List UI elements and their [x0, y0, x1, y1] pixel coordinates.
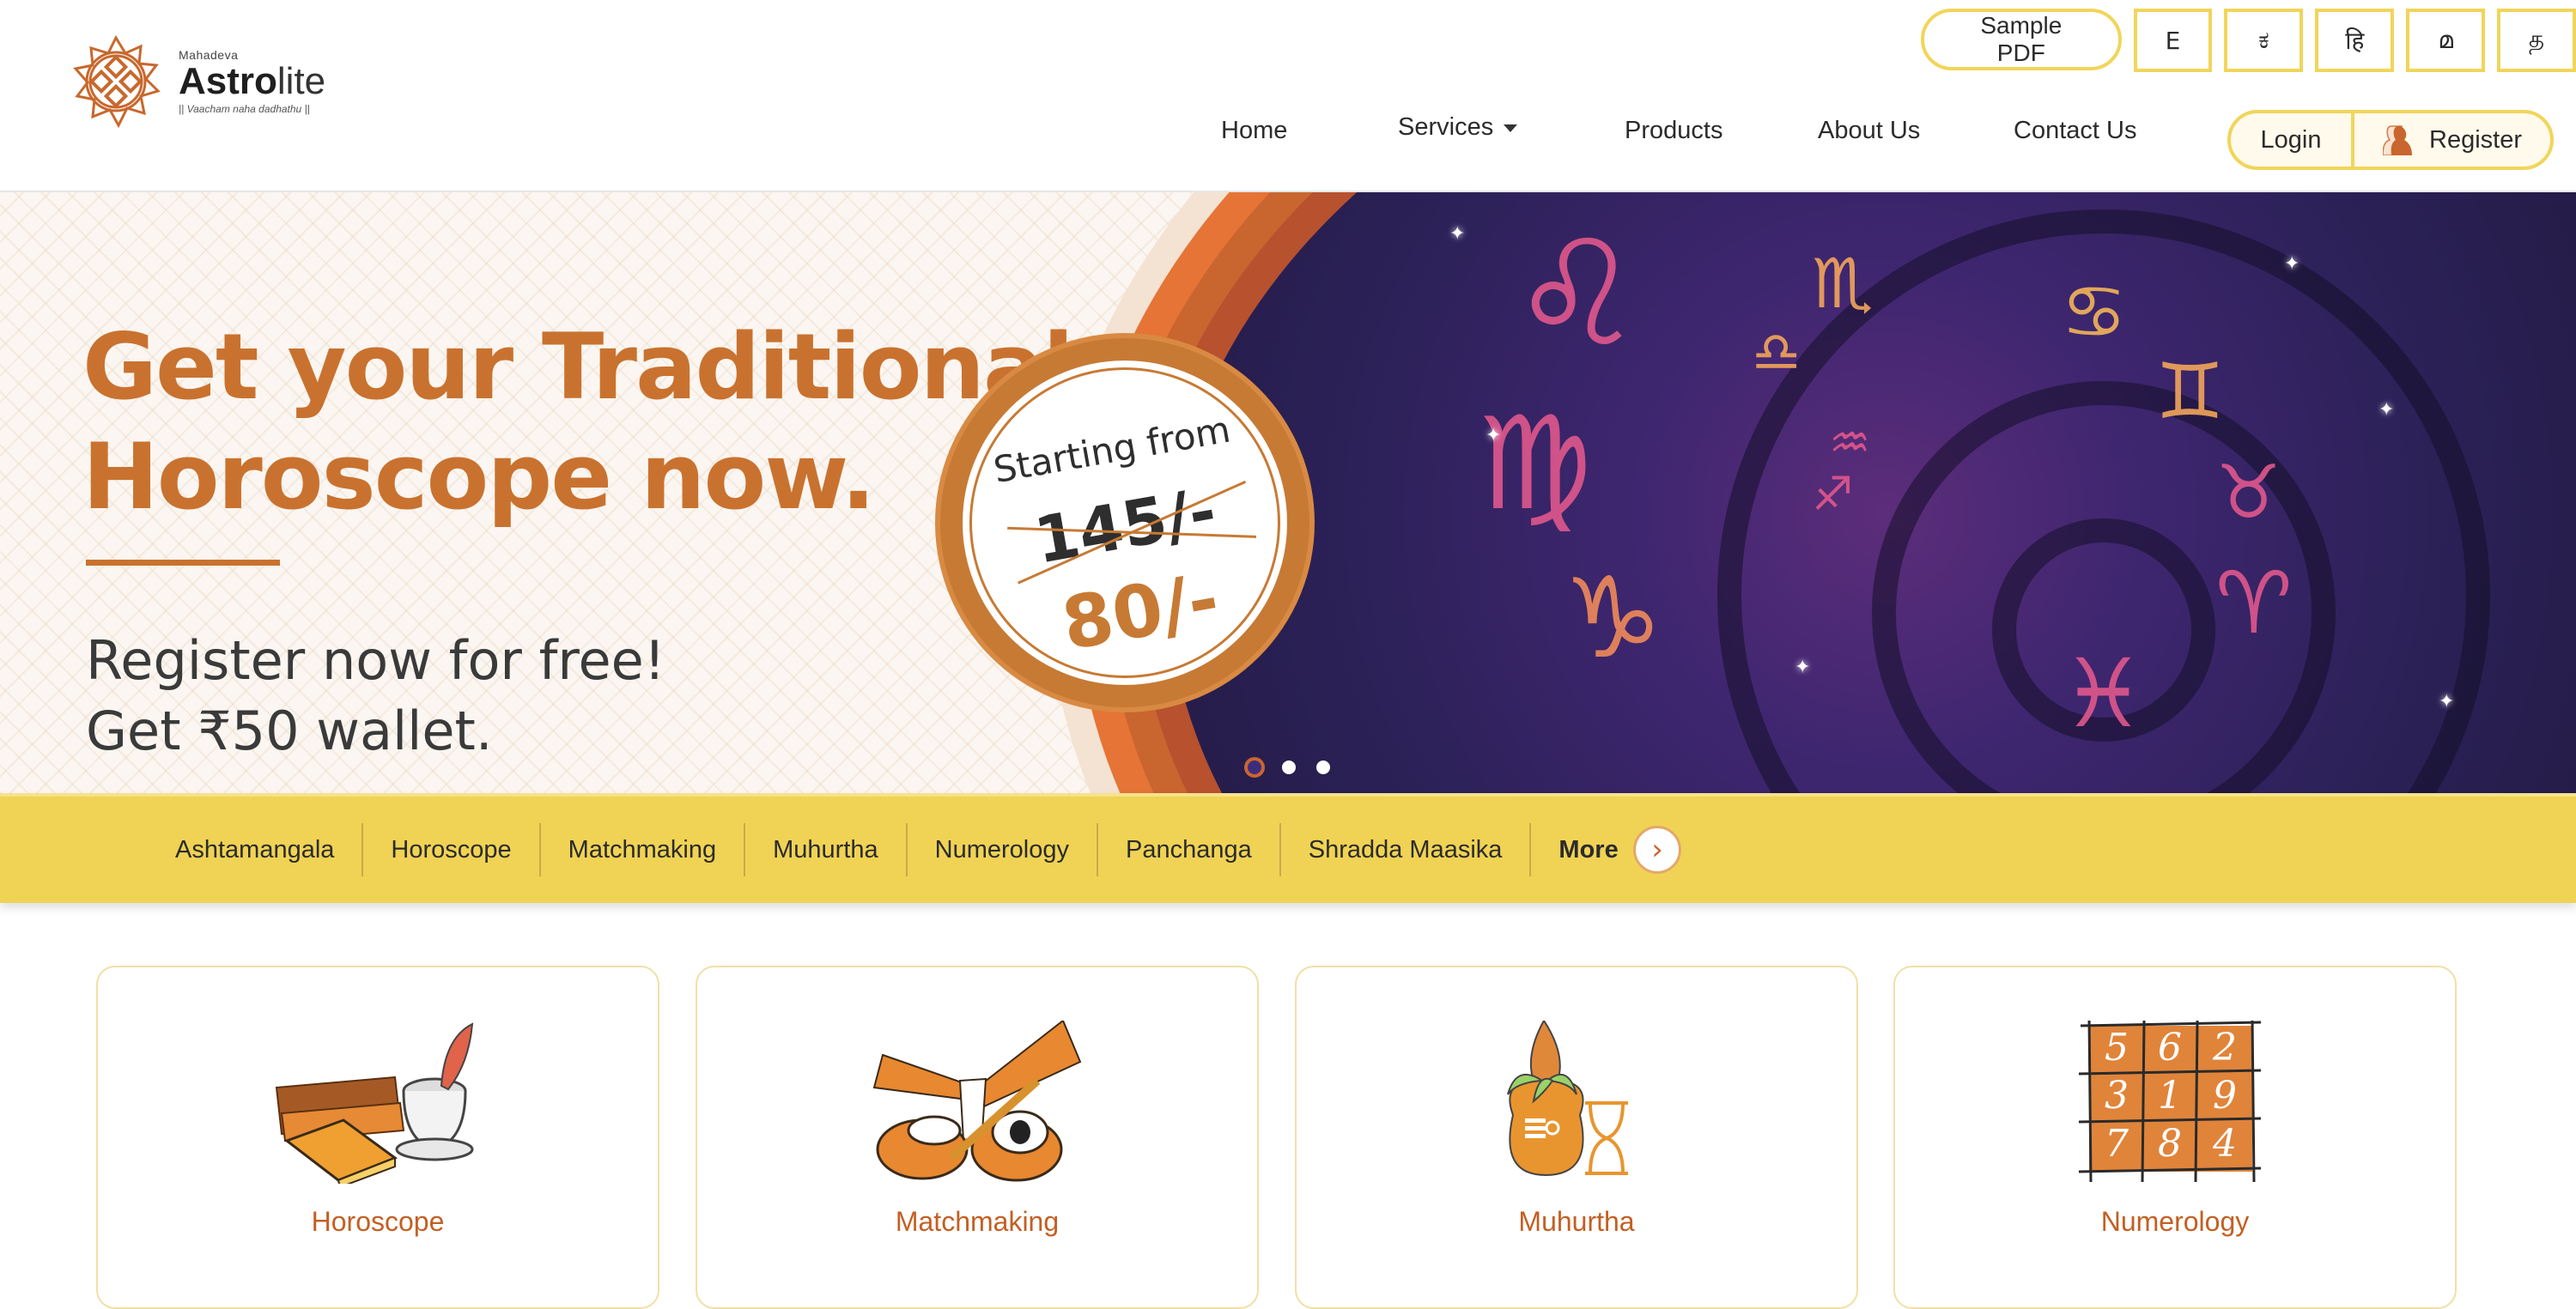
- lotus-logo-icon: [73, 34, 161, 129]
- star-icon: ✦: [2439, 690, 2455, 712]
- carousel-dot-2[interactable]: [1282, 761, 1296, 774]
- zodiac-cancer-icon: ♋: [2061, 270, 2128, 355]
- logo-tagline: || Vaacham naha dadhathu ||: [179, 103, 310, 115]
- star-icon: ✦: [2284, 252, 2300, 274]
- star-icon: ✦: [2379, 398, 2395, 420]
- hero-title-line2: Horoscope now.: [82, 424, 876, 530]
- service-tab-panchanga[interactable]: Panchanga: [1098, 823, 1281, 876]
- nav-services-label: Services: [1398, 113, 1494, 141]
- numerology-digit: 5: [2105, 1026, 2129, 1070]
- zodiac-leo-icon: ♌: [1511, 209, 1643, 379]
- card-label: Muhurtha: [1518, 1206, 1635, 1237]
- zodiac-sagittarius-icon: ♐: [1812, 467, 1854, 521]
- service-card-muhurtha[interactable]: Muhurtha: [1295, 966, 1858, 1309]
- numerology-digit: 8: [2158, 1122, 2182, 1166]
- login-button[interactable]: Login: [2231, 113, 2354, 167]
- zodiac-aries-icon: ♈: [2215, 553, 2293, 653]
- hero-divider: [86, 560, 280, 566]
- logo[interactable]: Mahadeva Astrolite || Vaacham naha dadha…: [69, 34, 325, 129]
- carousel-indicators: [1248, 761, 1330, 774]
- chevron-right-icon[interactable]: ›: [1633, 826, 1681, 874]
- zodiac-libra-icon: ♎: [1752, 321, 1801, 385]
- zodiac-capricorn-icon: ♑: [1563, 553, 1663, 683]
- service-tab-more[interactable]: More: [1531, 823, 1645, 876]
- service-card-numerology[interactable]: 562 319 784 Numerology: [1893, 966, 2457, 1309]
- lang-hindi-button[interactable]: हि: [2315, 9, 2395, 72]
- star-icon: ✦: [1795, 656, 1811, 677]
- star-icon: ✦: [1485, 424, 1502, 445]
- hero-carousel[interactable]: ♌ ♍ ♑ ♏ ♎ ♋ ♊ ♉ ♈ ♓ ♒ ♐ ✦ ✦ ✦ ✦ ✦ ✦ Get …: [0, 192, 2576, 793]
- numerology-digit: 2: [2212, 1026, 2237, 1070]
- nav-services[interactable]: Services: [1398, 113, 1518, 142]
- carousel-dot-3[interactable]: [1316, 761, 1330, 774]
- star-icon: ✦: [1449, 222, 1466, 244]
- zodiac-scorpio-icon: ♏: [1812, 244, 1874, 324]
- carousel-dot-1[interactable]: [1248, 761, 1261, 774]
- logo-brand-bold: Astro: [179, 60, 277, 102]
- zodiac-virgo-icon: ♍: [1477, 390, 1593, 539]
- numerology-digit: 7: [2105, 1122, 2129, 1166]
- lang-kannada-button[interactable]: ಕ: [2224, 9, 2304, 72]
- nav-home[interactable]: Home: [1221, 117, 1287, 145]
- register-label: Register: [2429, 125, 2522, 154]
- logo-brand-light: lite: [276, 60, 326, 102]
- service-tab-shradda-maasika[interactable]: Shradda Maasika: [1281, 823, 1532, 876]
- numerology-digit: 3: [2105, 1074, 2129, 1118]
- register-button[interactable]: Register: [2354, 113, 2550, 167]
- number-grid-icon: 5 6 2 3 1 9 7 8 4: [2078, 1021, 2262, 1183]
- hero-subtitle: Register now for free! Get ₹50 wallet.: [86, 626, 665, 767]
- numerology-digit: 9: [2213, 1074, 2237, 1118]
- language-bar: Sample PDF E ಕ हि മ த: [1921, 9, 2576, 72]
- price-badge: Starting from 145/- 80/-: [940, 338, 1309, 707]
- site-header: Mahadeva Astrolite || Vaacham naha dadha…: [0, 0, 2576, 192]
- nav-about-us[interactable]: About Us: [1818, 117, 1920, 145]
- palm-leaf-book-and-inkpot-icon: [275, 1022, 474, 1184]
- card-label: Matchmaking: [895, 1206, 1060, 1237]
- card-label: Numerology: [2100, 1206, 2250, 1237]
- zodiac-gemini-icon: ♊: [2155, 347, 2225, 437]
- service-tab-muhurtha[interactable]: Muhurtha: [745, 823, 908, 876]
- price-badge-face: Starting from 145/- 80/-: [959, 357, 1291, 688]
- service-tab-matchmaking[interactable]: Matchmaking: [541, 823, 746, 876]
- services-tab-bar: Ashtamangala Horoscope Matchmaking Muhur…: [0, 793, 2576, 903]
- numerology-digit: 6: [2158, 1026, 2182, 1070]
- hero-title: Get your Traditional Horoscope now.: [82, 312, 1074, 532]
- wedding-drums-icon: [872, 1021, 1082, 1182]
- auth-group: Login Register: [2227, 110, 2554, 170]
- sample-pdf-button[interactable]: Sample PDF: [1921, 9, 2122, 70]
- zodiac-aquarius-icon: ♒: [1829, 415, 1871, 470]
- lang-english-button[interactable]: E: [2133, 9, 2213, 72]
- lang-malayalam-button[interactable]: മ: [2406, 9, 2486, 72]
- hero-sub-line2: Get ₹50 wallet.: [86, 700, 493, 762]
- service-card-matchmaking[interactable]: Matchmaking: [696, 966, 1259, 1309]
- service-tab-ashtamangala[interactable]: Ashtamangala: [148, 823, 364, 876]
- user-silhouette-icon: [2383, 125, 2412, 155]
- numerology-digit: 1: [2158, 1074, 2182, 1118]
- service-card-horoscope[interactable]: Horoscope: [96, 966, 659, 1309]
- service-tab-numerology[interactable]: Numerology: [908, 823, 1098, 876]
- hero-title-line1: Get your Traditional: [82, 314, 1074, 420]
- nav-contact-us[interactable]: Contact Us: [2014, 117, 2136, 145]
- hero-sub-line1: Register now for free!: [86, 629, 665, 692]
- nav-products[interactable]: Products: [1625, 117, 1722, 145]
- card-label: Horoscope: [311, 1206, 445, 1237]
- zodiac-pisces-icon: ♓: [2061, 639, 2146, 748]
- lang-tamil-button[interactable]: த: [2497, 9, 2576, 72]
- service-tab-horoscope[interactable]: Horoscope: [363, 823, 541, 876]
- caret-down-icon: [1504, 124, 1518, 132]
- kalasha-hourglass-icon: [1507, 1021, 1628, 1177]
- logo-wordmark: Astrolite: [179, 62, 325, 101]
- numerology-digit: 4: [2212, 1122, 2237, 1166]
- zodiac-taurus-icon: ♉: [2215, 450, 2282, 536]
